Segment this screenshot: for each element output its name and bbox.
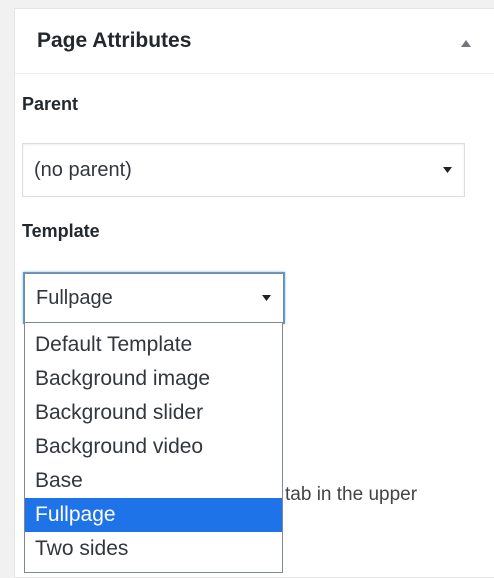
dropdown-option[interactable]: Background image — [25, 362, 282, 396]
dropdown-option-selected[interactable]: Fullpage — [25, 498, 282, 532]
dropdown-option[interactable]: Two sides — [25, 532, 282, 566]
dropdown-arrow-icon — [443, 144, 452, 196]
dropdown-option[interactable]: Background video — [25, 430, 282, 464]
parent-label: Parent — [22, 94, 79, 114]
dropdown-option[interactable]: Default Template — [25, 328, 282, 362]
template-select[interactable]: Fullpage — [24, 273, 284, 323]
triangle-up-icon[interactable] — [454, 31, 478, 55]
help-text: tab in the upper — [285, 484, 418, 505]
dropdown-arrow-icon — [262, 274, 271, 322]
dropdown-option[interactable]: Base — [25, 464, 282, 498]
dropdown-option[interactable]: Background slider — [25, 396, 282, 430]
panel-title: Page Attributes — [37, 29, 192, 52]
parent-select[interactable]: (no parent) — [22, 143, 465, 197]
parent-select-value: (no parent) — [34, 158, 132, 181]
template-dropdown-list[interactable]: Default Template Background image Backgr… — [24, 323, 283, 573]
template-label: Template — [22, 221, 100, 241]
template-select-value: Fullpage — [36, 286, 113, 309]
panel-header[interactable]: Page Attributes — [15, 9, 494, 74]
